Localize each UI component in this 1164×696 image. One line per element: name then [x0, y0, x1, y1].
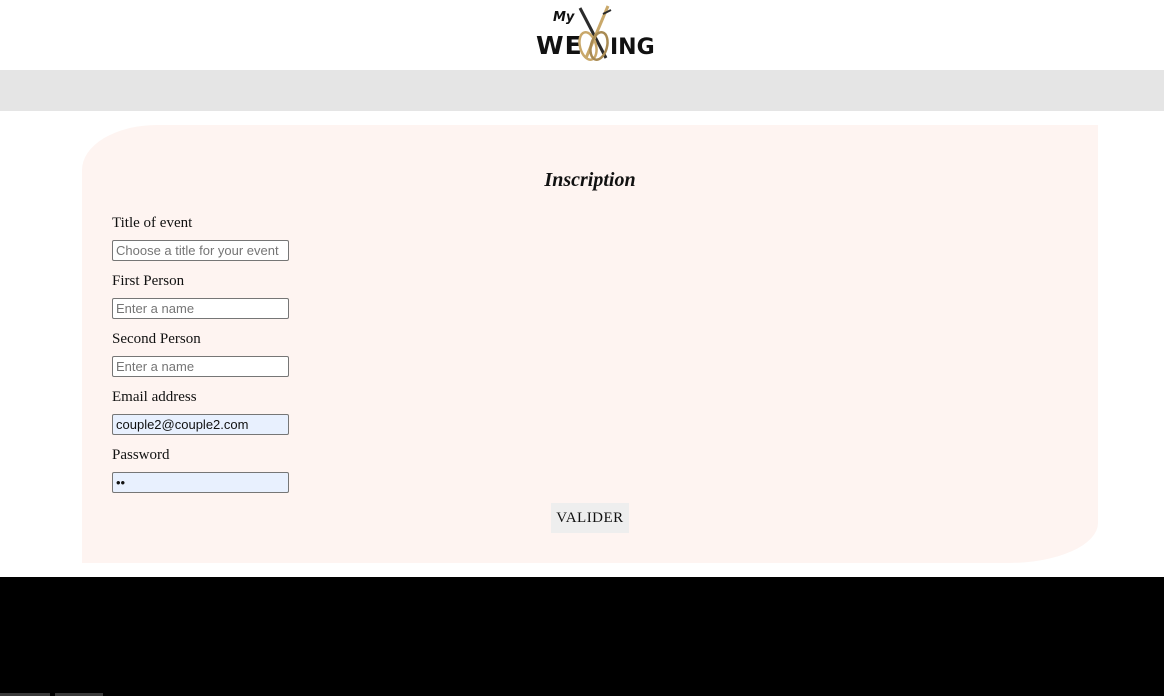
site-header: My WE ING	[0, 0, 1164, 70]
site-footer	[0, 577, 1164, 696]
logo-right-text: ING	[610, 35, 655, 60]
form-title: Inscription	[544, 169, 636, 191]
password-input[interactable]	[112, 472, 289, 493]
first-person-input[interactable]	[112, 298, 289, 319]
valider-button[interactable]: VALIDER	[551, 503, 629, 533]
registration-card: Inscription Title of event First Person …	[82, 125, 1098, 563]
second-person-input[interactable]	[112, 356, 289, 377]
first-person-label: First Person	[112, 273, 185, 289]
password-label: Password	[112, 447, 170, 463]
second-person-label: Second Person	[112, 331, 201, 347]
email-address-input[interactable]	[112, 414, 289, 435]
title-of-event-label: Title of event	[112, 215, 193, 231]
email-address-label: Email address	[112, 389, 197, 405]
navigation-bar	[0, 70, 1164, 111]
title-of-event-input[interactable]	[112, 240, 289, 261]
site-logo[interactable]: My WE ING	[532, 4, 655, 64]
